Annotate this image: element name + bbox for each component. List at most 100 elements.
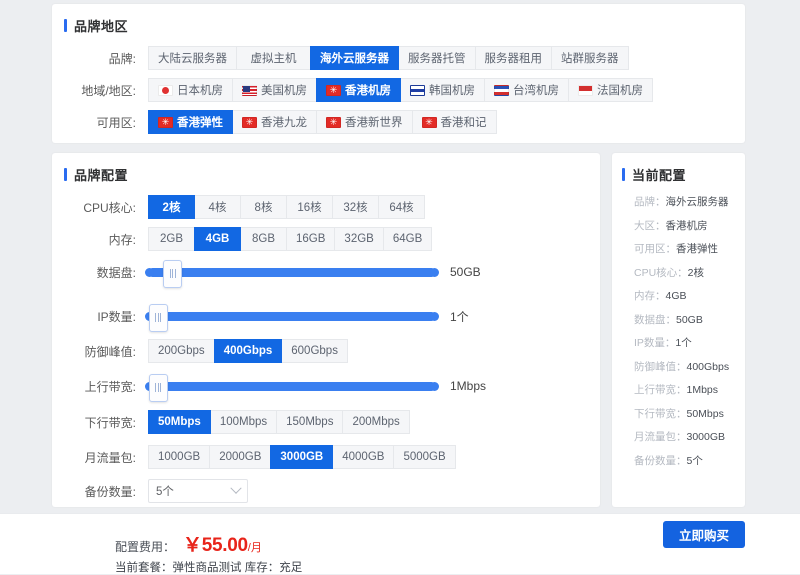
backup-count-select[interactable]: 5个 [148,479,248,503]
memory-option-label: 4GB [206,233,230,245]
zone-option-group[interactable]: 香港弹性香港九龙香港新世界香港和记 [148,110,497,134]
downlink-option-label: 200Mbps [352,416,399,428]
cpu-option-label: 64核 [389,199,413,215]
current-config-item-key: 备份数量： [634,455,687,467]
downlink-option[interactable]: 50Mbps [148,410,211,434]
traffic-option[interactable]: 4000GB [332,445,394,469]
current-config-item-key: 月流量包： [634,431,687,443]
current-config-item: 内存：4GB [634,291,687,302]
brand-option[interactable]: 海外云服务器 [310,46,399,70]
defense-option[interactable]: 400Gbps [214,339,283,363]
brand-option[interactable]: 站群服务器 [551,46,629,70]
zone-option[interactable]: 香港新世界 [316,110,413,134]
title-accent-bar [64,19,67,32]
memory-option[interactable]: 32GB [334,227,383,251]
defense-option[interactable]: 200Gbps [148,339,215,363]
region-option[interactable]: 美国机房 [232,78,317,102]
disk-slider-track[interactable] [148,268,436,277]
downlink-option[interactable]: 100Mbps [210,410,277,434]
brand-option[interactable]: 服务器租用 [475,46,553,70]
cpu-row: CPU核心: 2核 4核8核16核32核 64核 [52,195,425,219]
brand-config-card: 品牌配置 CPU核心: 2核4核8核16核32核64核 内存: 2GB4GB8G… [52,153,600,507]
zone-row-label: 可用区: [52,114,148,131]
zone-option[interactable]: 香港弹性 [148,110,233,134]
region-option[interactable]: 韩国机房 [400,78,485,102]
traffic-option-label: 2000GB [219,451,261,463]
defense-option[interactable]: 600Gbps [281,339,348,363]
memory-option[interactable]: 16GB [286,227,335,251]
brand-option[interactable]: 大陆云服务器 [148,46,237,70]
brand-row: 品牌: 大陆云服务器虚拟主机海外云服务器服务器托管服务器租用站群服务器 [52,46,629,70]
cpu-option-group[interactable]: 2核 4核8核16核32核 64核 [148,195,425,219]
brand-option-group[interactable]: 大陆云服务器虚拟主机海外云服务器服务器托管服务器租用站群服务器 [148,46,629,70]
hongkong-flag-icon [242,117,257,128]
cpu-option[interactable]: 16核 [286,195,333,219]
traffic-option-label: 4000GB [342,451,384,463]
defense-row-label: 防御峰值: [52,343,148,360]
brand-option[interactable]: 虚拟主机 [236,46,311,70]
current-config-item: 下行带宽：50Mbps [634,409,724,420]
cpu-option[interactable]: 64核 [378,195,425,219]
ip-slider-track[interactable] [148,312,436,321]
region-option[interactable]: 台湾机房 [484,78,569,102]
disk-slider-value: 50GB [450,265,481,279]
uplink-slider-value: 1Mbps [450,379,486,393]
traffic-option[interactable]: 1000GB [148,445,210,469]
memory-option-label: 16GB [296,233,325,245]
track-cap-right [430,382,439,391]
zone-option-label: 香港弹性 [177,114,223,130]
disk-slider-handle[interactable] [163,260,182,288]
france-flag-icon [578,85,593,96]
defense-option-group[interactable]: 200Gbps400Gbps600Gbps [148,339,348,363]
memory-option-group[interactable]: 2GB 4GB 8GB 16GB 32GB 64GB [148,227,432,251]
memory-option[interactable]: 2GB [148,227,195,251]
memory-option[interactable]: 64GB [383,227,432,251]
current-config-item-value: 1Mbps [687,384,719,396]
memory-option-label: 32GB [344,233,373,245]
traffic-row: 月流量包: 1000GB2000GB3000GB4000GB5000GB [52,445,456,469]
usa-flag-icon [242,85,257,96]
cpu-row-label: CPU核心: [52,199,148,216]
region-option[interactable]: 香港机房 [316,78,401,102]
japan-flag-icon [158,85,173,96]
memory-option-label: 64GB [393,233,422,245]
track-cap-left [145,268,154,277]
downlink-option-group[interactable]: 50Mbps 100Mbps150Mbps 200Mbps [148,410,410,434]
chevron-down-icon [230,483,241,494]
region-option-group[interactable]: 日本机房美国机房香港机房韩国机房台湾机房法国机房 [148,78,653,102]
cpu-option[interactable]: 8核 [240,195,287,219]
uplink-row: 上行带宽: 1Mbps [52,375,486,397]
brand-option[interactable]: 服务器托管 [398,46,476,70]
disk-slider[interactable]: 50GB [148,261,481,283]
ip-slider[interactable]: 1个 [148,305,469,327]
traffic-option-group[interactable]: 1000GB 2000GB 3000GB 4000GB 5000GB [148,445,456,469]
traffic-option[interactable]: 3000GB [270,445,333,469]
traffic-option[interactable]: 5000GB [393,445,455,469]
product-config-page: 品牌地区 品牌: 大陆云服务器虚拟主机海外云服务器服务器托管服务器租用站群服务器… [0,0,800,573]
current-config-item-key: CPU核心： [634,267,688,279]
downlink-option[interactable]: 150Mbps [276,410,343,434]
buy-now-button[interactable]: 立即购买 [663,521,745,548]
uplink-slider-handle[interactable] [149,374,168,402]
uplink-row-label: 上行带宽: [52,378,148,395]
fee-row: 配置费用： ￥ 55.00 /月 [115,530,262,557]
cpu-option[interactable]: 2核 [148,195,195,219]
ip-slider-handle[interactable] [149,304,168,332]
cpu-option-label: 2核 [163,199,181,215]
current-config-item: 品牌：海外云服务器 [634,197,729,208]
memory-option[interactable]: 8GB [240,227,287,251]
uplink-slider[interactable]: 1Mbps [148,375,486,397]
memory-option[interactable]: 4GB [194,227,241,251]
zone-option[interactable]: 香港和记 [412,110,497,134]
region-option[interactable]: 日本机房 [148,78,233,102]
korea-flag-icon [410,85,425,96]
zone-option[interactable]: 香港九龙 [232,110,317,134]
downlink-option-label: 50Mbps [158,416,201,428]
downlink-option[interactable]: 200Mbps [342,410,409,434]
traffic-option[interactable]: 2000GB [209,445,271,469]
region-option[interactable]: 法国机房 [568,78,653,102]
uplink-slider-track[interactable] [148,382,436,391]
cpu-option[interactable]: 4核 [194,195,241,219]
fee-amount: 55.00 [202,535,248,557]
cpu-option[interactable]: 32核 [332,195,379,219]
